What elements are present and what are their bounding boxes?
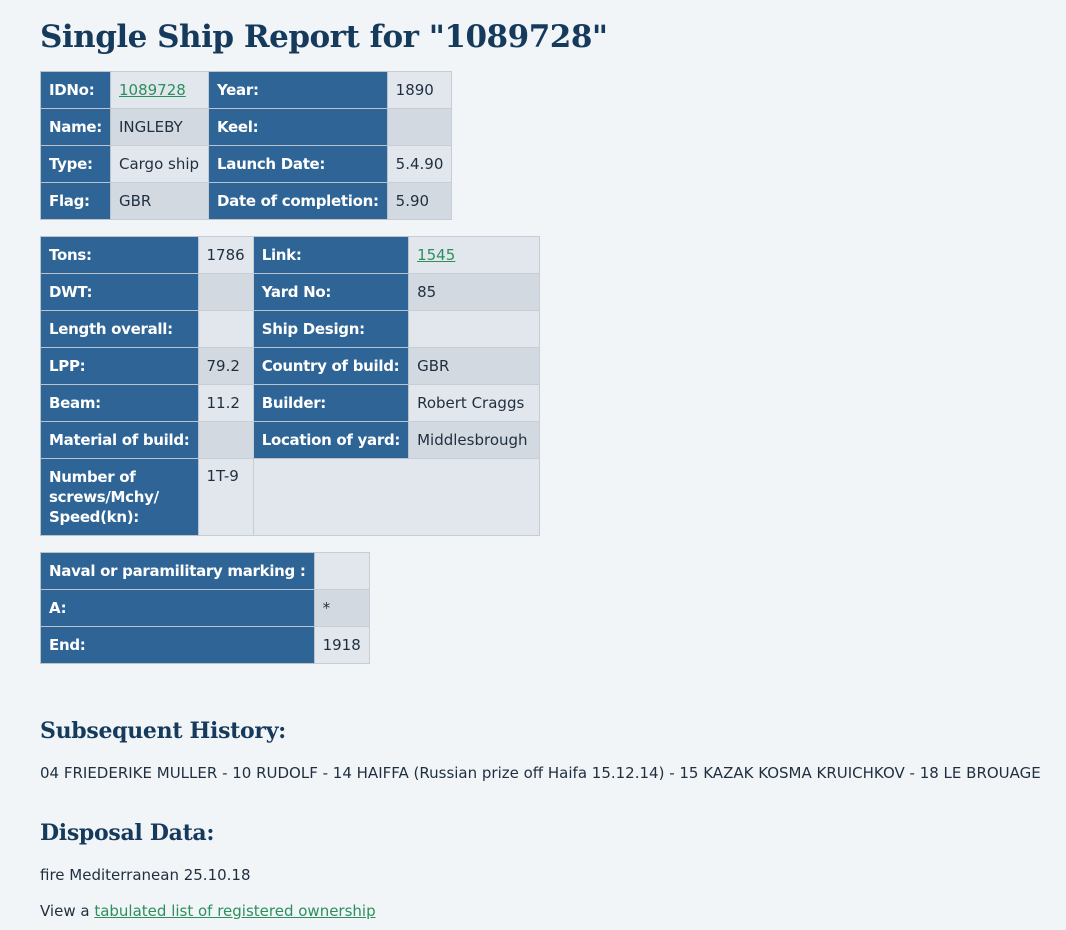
material-label: Material of build: (40, 421, 199, 459)
table-row: Length overall: Ship Design: (40, 310, 541, 348)
link-value: 1545 (408, 236, 541, 274)
naval-marking-label: Naval or paramilitary marking : (40, 552, 315, 590)
table-row: Beam: 11.2 Builder: Robert Craggs (40, 384, 541, 422)
idno-label: IDNo: (40, 71, 111, 109)
keel-label: Keel: (207, 108, 388, 146)
basic-info-table: IDNo: 1089728 Year: 1890 Name: INGLEBY K… (40, 71, 453, 220)
table-row: LPP: 79.2 Country of build: GBR (40, 347, 541, 385)
builder-value: Robert Craggs (408, 384, 541, 422)
year-value: 1890 (386, 71, 453, 109)
length-overall-label: Length overall: (40, 310, 199, 348)
table-row: Naval or paramilitary marking : (40, 552, 370, 590)
idno-link[interactable]: 1089728 (119, 81, 186, 99)
table-row: Tons: 1786 Link: 1545 (40, 236, 541, 274)
name-value: INGLEBY (109, 108, 209, 146)
link-label: Link: (252, 236, 410, 274)
keel-value (386, 108, 453, 146)
table-row: Material of build: Location of yard: Mid… (40, 421, 541, 459)
type-label: Type: (40, 145, 111, 183)
completion-date-value: 5.90 (386, 182, 453, 220)
naval-marking-value (313, 552, 370, 590)
screws-label: Number of screws/Mchy/ Speed(kn): (40, 458, 199, 536)
a-label: A: (40, 589, 315, 627)
table-row: Name: INGLEBY Keel: (40, 108, 453, 146)
table-row: Flag: GBR Date of completion: 5.90 (40, 182, 453, 220)
flag-value: GBR (109, 182, 209, 220)
launch-date-value: 5.4.90 (386, 145, 453, 183)
ship-report-page: Single Ship Report for "1089728" IDNo: 1… (40, 14, 1060, 920)
dwt-value (197, 273, 254, 311)
link-link[interactable]: 1545 (417, 246, 455, 264)
ship-design-value (408, 310, 541, 348)
yard-no-label: Yard No: (252, 273, 410, 311)
ownership-prefix: View a (40, 902, 95, 920)
dwt-label: DWT: (40, 273, 199, 311)
end-label: End: (40, 626, 315, 664)
builder-label: Builder: (252, 384, 410, 422)
screws-value: 1T-9 (197, 458, 254, 536)
type-value: Cargo ship (109, 145, 209, 183)
idno-value: 1089728 (109, 71, 209, 109)
beam-value: 11.2 (197, 384, 254, 422)
table-row: Number of screws/Mchy/ Speed(kn): 1T-9 (40, 458, 541, 536)
table-row: IDNo: 1089728 Year: 1890 (40, 71, 453, 109)
end-value: 1918 (313, 626, 370, 664)
naval-marking-table: Naval or paramilitary marking : A: * End… (40, 552, 370, 664)
completion-date-label: Date of completion: (207, 182, 388, 220)
lpp-label: LPP: (40, 347, 199, 385)
launch-date-label: Launch Date: (207, 145, 388, 183)
disposal-text: fire Mediterranean 25.10.18 (40, 866, 251, 884)
yard-location-value: Middlesbrough (408, 421, 541, 459)
table-row: End: 1918 (40, 626, 370, 664)
lpp-value: 79.2 (197, 347, 254, 385)
name-label: Name: (40, 108, 111, 146)
page-title: Single Ship Report for "1089728" (40, 19, 608, 55)
ownership-link[interactable]: tabulated list of registered ownership (94, 902, 375, 920)
disposal-heading: Disposal Data: (40, 820, 215, 846)
history-text: 04 FRIEDERIKE MULLER - 10 RUDOLF - 14 HA… (40, 764, 1041, 782)
length-overall-value (197, 310, 254, 348)
a-value: * (313, 589, 370, 627)
beam-label: Beam: (40, 384, 199, 422)
table-row: Type: Cargo ship Launch Date: 5.4.90 (40, 145, 453, 183)
country-of-build-label: Country of build: (252, 347, 410, 385)
table-row: DWT: Yard No: 85 (40, 273, 541, 311)
ship-design-label: Ship Design: (252, 310, 410, 348)
yard-no-value: 85 (408, 273, 541, 311)
material-value (197, 421, 254, 459)
tons-label: Tons: (40, 236, 199, 274)
tons-value: 1786 (197, 236, 254, 274)
year-label: Year: (207, 71, 388, 109)
history-heading: Subsequent History: (40, 718, 287, 744)
table-row: A: * (40, 589, 370, 627)
yard-location-label: Location of yard: (252, 421, 410, 459)
empty-cell (252, 458, 541, 536)
ownership-line: View a tabulated list of registered owne… (40, 902, 376, 920)
country-of-build-value: GBR (408, 347, 541, 385)
specs-table: Tons: 1786 Link: 1545 DWT: Yard No: 85 L… (40, 236, 541, 536)
flag-label: Flag: (40, 182, 111, 220)
